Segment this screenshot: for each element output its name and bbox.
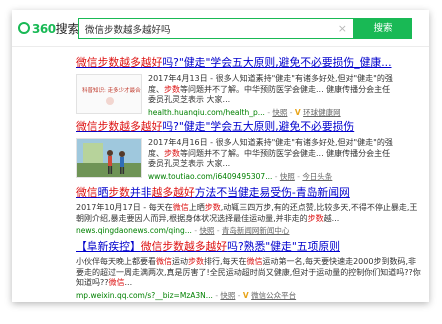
result-source[interactable]: 环球健康网	[303, 108, 341, 117]
search-box: ×	[78, 18, 354, 39]
search-result: 微信晒步数并非越多越好方法不当健走易受伤-青岛新闻网 2017年10月17日 -…	[76, 186, 421, 236]
search-result: 微信步数越多越好吗?"健走"学会五大原则,避免不必要损伤 2017年4月16日 …	[76, 120, 421, 182]
result-snippet: 2017年10月17日 - 每天在微信上晒步数,动辄三四万步,有的还点赞,比较多…	[76, 203, 418, 223]
snapshot-link[interactable]: 快照	[280, 172, 295, 181]
result-url[interactable]: health.huanqiu.com/health_p...	[148, 108, 265, 117]
verified-icon: V	[294, 107, 301, 117]
search-input[interactable]	[85, 19, 325, 38]
result-url[interactable]: news.qingdaonews.com/qing...	[76, 226, 192, 235]
snapshot-link[interactable]: 快照	[220, 291, 235, 300]
result-url-line: health.huanqiu.com/health_p... - 快照 - V …	[148, 107, 341, 117]
result-snippet: 小伙伴每天晚上都要看微信运动步数排行,每天在微信运动第一名,每天要快速走2000…	[76, 257, 421, 288]
verified-icon: V	[242, 290, 249, 300]
clear-icon[interactable]: ×	[338, 22, 347, 35]
logo-ring-icon	[18, 22, 30, 34]
result-title-link[interactable]: 微信步数越多越好吗?"健走"学会五大原则,避免不必要损伤_健康...	[76, 56, 421, 70]
result-source[interactable]: 微信公众平台	[251, 291, 296, 300]
search-results-window: 360搜索 × 搜索 微信步数越多越好吗?"健走"学会五大原则,避免不必要损伤_…	[12, 10, 429, 302]
360-search-logo[interactable]: 360搜索	[18, 20, 80, 36]
result-url-line: www.toutiao.com/i6409495307... - 快照 - 今日…	[148, 171, 333, 181]
snapshot-link[interactable]: 快照	[272, 108, 287, 117]
result-title-link[interactable]: 微信步数越多越好吗?"健走"学会五大原则,避免不必要损伤	[76, 120, 421, 134]
search-result: 微信步数越多越好吗?"健走"学会五大原则,避免不必要损伤_健康... 科普知识:…	[76, 56, 421, 118]
result-thumbnail[interactable]: 科普知识: 走多少才最合适	[76, 74, 142, 114]
result-url-line: mp.weixin.qq.com/s?__biz=MzA3N... - 快照 -…	[76, 290, 297, 300]
result-url-line: news.qingdaonews.com/qing... - 快照 - 青岛新闻…	[76, 226, 290, 236]
search-result: 【阜新疾控】微信步数越多越好吗?熟悉"健走"五项原则 小伙伴每天晚上都要看微信运…	[76, 240, 421, 301]
result-title-link[interactable]: 【阜新疾控】微信步数越多越好吗?熟悉"健走"五项原则	[76, 240, 421, 254]
result-snippet: 2017年4月16日 - 很多人知道素持"健走"有诸多好处,但对"健走"的强 度…	[148, 138, 421, 182]
result-url[interactable]: www.toutiao.com/i6409495307...	[148, 172, 272, 181]
snapshot-link[interactable]: 快照	[199, 226, 214, 235]
result-url[interactable]: mp.weixin.qq.com/s?__biz=MzA3N...	[76, 291, 213, 300]
result-snippet: 2017年4月13日 - 很多人知道素持"健走"有诸多好处,但对"健走"的强 度…	[148, 74, 421, 118]
result-source[interactable]: 青岛新闻网新闻中心	[222, 226, 290, 235]
search-header: 360搜索 × 搜索	[12, 10, 429, 47]
thumbnail-caption: 科普知识: 走多少才最合适	[82, 86, 142, 94]
logo-text: 搜索	[55, 21, 80, 36]
search-button[interactable]: 搜索	[354, 18, 412, 39]
result-source[interactable]: 今日头条	[302, 172, 332, 181]
result-thumbnail[interactable]	[76, 138, 142, 178]
logo-number: 360	[32, 21, 56, 36]
result-title-link[interactable]: 微信晒步数并非越多越好方法不当健走易受伤-青岛新闻网	[76, 186, 421, 200]
